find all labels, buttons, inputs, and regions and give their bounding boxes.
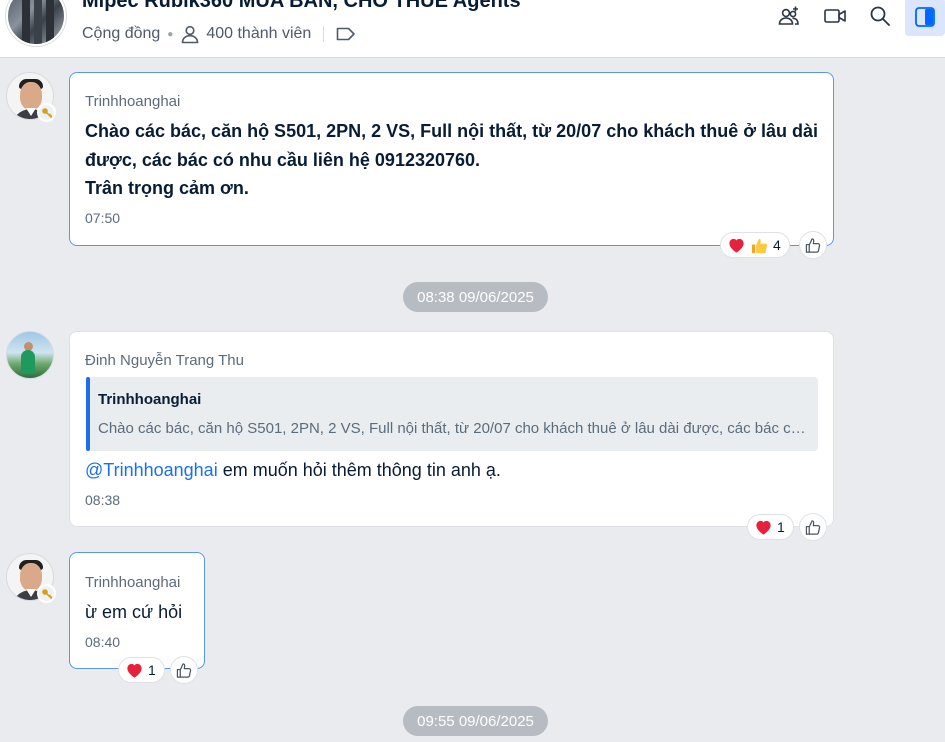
quote-text: Chào các bác, căn hộ S501, 2PN, 2 VS, Fu… (98, 420, 810, 437)
like-button[interactable] (799, 513, 827, 541)
reaction-summary[interactable]: 1 (747, 514, 794, 540)
chat-header: Mipec Rubik360 MUA BÁN, CHO THUÊ Agents … (0, 0, 945, 58)
message-text: Chào các bác, căn hộ S501, 2PN, 2 VS, Fu… (85, 121, 819, 141)
group-type-label: Cộng đồng (82, 25, 161, 42)
group-meta: Cộng đồng ● 400 thành viên (82, 23, 356, 45)
heart-icon (127, 663, 142, 678)
reaction-count: 1 (777, 519, 785, 535)
quoted-message[interactable]: Trinhhoanghai Chào các bác, căn hộ S501,… (86, 377, 818, 451)
message-text-body: em muốn hỏi thêm thông tin anh ạ. (217, 460, 501, 480)
member-count[interactable]: 400 thành viên (206, 25, 311, 43)
meta-divider (323, 26, 325, 42)
quote-author: Trinhhoanghai (98, 391, 202, 408)
group-title[interactable]: Mipec Rubik360 MUA BÁN, CHO THUÊ Agents (82, 0, 521, 13)
like-button[interactable] (799, 231, 827, 259)
heart-icon (756, 520, 771, 535)
key-icon (37, 103, 56, 122)
quote-accent-bar (86, 377, 90, 451)
message-text: Trân trọng cảm ơn. (85, 178, 249, 198)
add-member-icon[interactable] (777, 4, 801, 28)
message-text: được, các bác có nhu cầu liên hệ 0912320… (85, 149, 481, 170)
video-call-icon[interactable] (823, 4, 847, 28)
key-icon (37, 584, 56, 603)
message-time: 08:38 (85, 492, 121, 508)
sender-avatar[interactable] (6, 331, 54, 379)
reaction-summary[interactable]: 4 (720, 232, 790, 258)
thumbs-up-icon (805, 237, 820, 253)
reaction-count: 1 (148, 662, 156, 678)
message-text: ừ em cứ hỏi (85, 602, 183, 622)
thumbs-up-icon (805, 519, 820, 535)
heart-icon (729, 238, 744, 253)
thumbs-up-icon (176, 662, 191, 678)
sender-name[interactable]: Trinhhoanghai (85, 574, 180, 591)
message-time: 08:40 (85, 634, 121, 650)
tag-icon[interactable] (336, 26, 356, 42)
message-time: 07:50 (85, 210, 121, 226)
reaction-count: 4 (773, 237, 781, 253)
member-icon[interactable] (180, 24, 200, 44)
group-avatar[interactable] (6, 0, 66, 46)
search-icon[interactable] (868, 4, 892, 28)
mention-link[interactable]: @Trinhhoanghai (85, 460, 218, 480)
sender-name[interactable]: Đinh Nguyễn Trang Thu (85, 352, 244, 369)
meta-dot-separator: ● (167, 28, 174, 40)
reaction-summary[interactable]: 1 (118, 657, 165, 683)
panel-toggle-button[interactable] (905, 0, 945, 36)
date-separator: 08:38 09/06/2025 (403, 282, 548, 312)
thumbs-up-emoji-icon (751, 238, 768, 253)
date-separator: 09:55 09/06/2025 (403, 706, 548, 736)
like-button[interactable] (170, 656, 198, 684)
message-text: @Trinhhoanghai em muốn hỏi thêm thông ti… (85, 456, 501, 485)
sender-name[interactable]: Trinhhoanghai (85, 93, 180, 110)
panel-toggle-icon (914, 6, 936, 28)
